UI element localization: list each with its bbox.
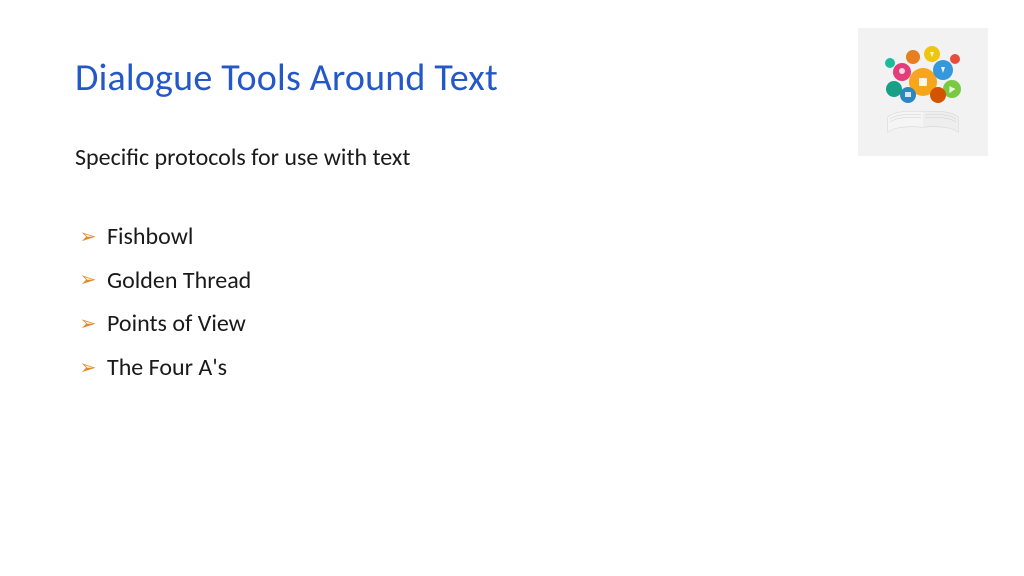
list-item-label: Golden Thread — [107, 264, 251, 298]
bullet-icon: ➢ — [79, 310, 97, 338]
slide-subtitle: Specific protocols for use with text — [75, 143, 949, 172]
list-item-label: Fishbowl — [107, 220, 193, 254]
slide-title: Dialogue Tools Around Text — [75, 55, 949, 101]
slide: Dialogue Tools Around Text Specific prot… — [0, 0, 1024, 576]
bullet-icon: ➢ — [79, 266, 97, 294]
list-item: ➢ Golden Thread — [79, 264, 949, 298]
list-item-label: The Four A's — [107, 351, 227, 385]
list-item: ➢ The Four A's — [79, 351, 949, 385]
list-item: ➢ Fishbowl — [79, 220, 949, 254]
bullet-icon: ➢ — [79, 223, 97, 251]
bullet-icon: ➢ — [79, 354, 97, 382]
book-icons-image — [858, 28, 988, 156]
list-item-label: Points of View — [107, 307, 246, 341]
list-item: ➢ Points of View — [79, 307, 949, 341]
protocol-list: ➢ Fishbowl ➢ Golden Thread ➢ Points of V… — [75, 220, 949, 384]
book-icons-svg — [868, 37, 978, 147]
